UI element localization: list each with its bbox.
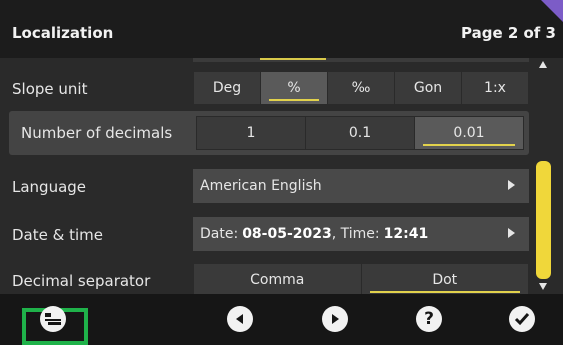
page-title: Localization — [12, 24, 114, 42]
confirm-icon — [514, 313, 530, 326]
date-value: 08-05-2023 — [242, 226, 332, 242]
separator-option-comma[interactable]: Comma — [194, 264, 362, 296]
slope-unit-selector: Deg % ‰ Gon 1:x — [193, 71, 529, 105]
confirm-button[interactable] — [509, 306, 535, 332]
slope-unit-label: Slope unit — [12, 80, 88, 98]
slope-option-percent[interactable]: % — [261, 72, 328, 104]
play-arrow-icon — [508, 228, 515, 238]
scroll-down-icon[interactable] — [539, 283, 547, 290]
decimal-separator-label: Decimal separator — [12, 272, 151, 290]
previous-icon — [236, 314, 243, 324]
decimals-option-1[interactable]: 1 — [197, 117, 306, 149]
language-field[interactable]: American English — [193, 169, 529, 203]
slope-option-gon[interactable]: Gon — [395, 72, 462, 104]
separator-option-dot[interactable]: Dot — [361, 264, 528, 296]
language-value: American English — [200, 178, 322, 194]
time-prefix: , Time: — [331, 226, 380, 242]
footer-toolbar: ? — [0, 294, 563, 345]
help-icon: ? — [424, 308, 434, 329]
time-value: 12:41 — [383, 226, 429, 242]
datetime-field[interactable]: Date: 08-05-2023 , Time: 12:41 — [193, 217, 529, 251]
corner-marker — [541, 0, 563, 22]
slope-option-ratio[interactable]: 1:x — [462, 72, 528, 104]
date-prefix: Date: — [200, 226, 239, 242]
scrollbar-thumb[interactable] — [536, 161, 551, 279]
help-button[interactable]: ? — [416, 306, 442, 332]
slope-option-permille[interactable]: ‰ — [328, 72, 395, 104]
previous-button[interactable] — [227, 306, 253, 332]
language-label: Language — [12, 178, 87, 196]
datetime-label: Date & time — [12, 226, 103, 244]
previous-row-remnant — [193, 58, 529, 62]
decimals-option-0-01[interactable]: 0.01 — [415, 117, 523, 149]
decimal-separator-selector: Comma Dot — [193, 263, 529, 297]
play-arrow-icon — [508, 180, 515, 190]
header-bar: Localization Page 2 of 3 — [0, 0, 563, 58]
menu-icon — [45, 313, 61, 325]
slope-option-deg[interactable]: Deg — [194, 72, 261, 104]
settings-list: Slope unit Deg % ‰ Gon 1:x Number of dec… — [0, 58, 563, 297]
menu-button[interactable] — [40, 306, 66, 332]
next-icon — [332, 314, 339, 324]
page-indicator: Page 2 of 3 — [461, 24, 556, 42]
scroll-up-icon[interactable] — [539, 61, 547, 68]
decimals-option-0-1[interactable]: 0.1 — [306, 117, 415, 149]
decimals-selector: 1 0.1 0.01 — [196, 116, 524, 150]
next-button[interactable] — [322, 306, 348, 332]
decimals-label: Number of decimals — [21, 124, 173, 142]
